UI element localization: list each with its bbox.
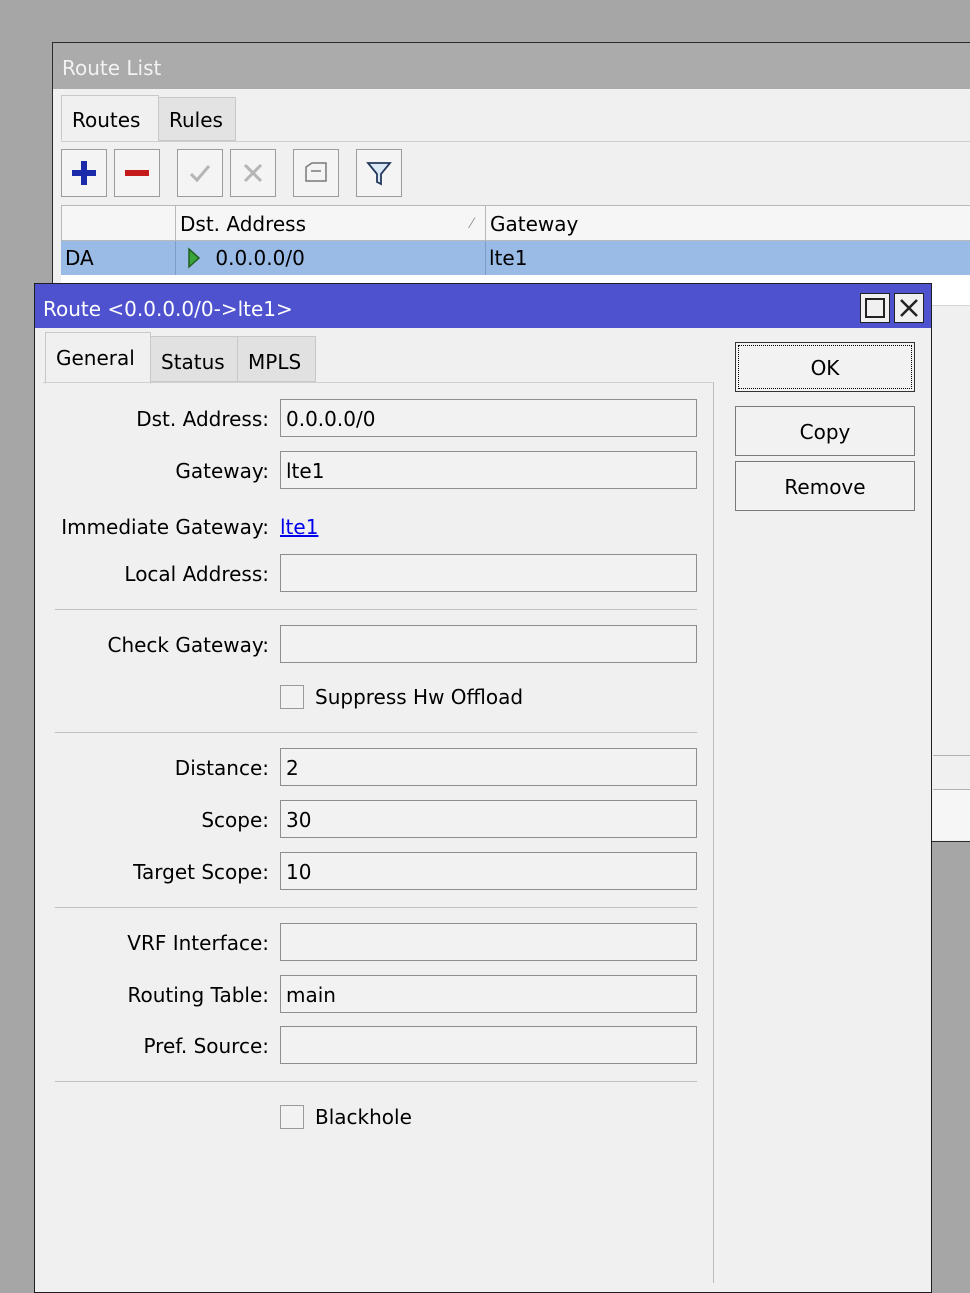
vrf-interface-label: VRF Interface: xyxy=(127,931,269,955)
enable-icon xyxy=(189,165,211,183)
local-address-field[interactable] xyxy=(280,554,697,592)
add-button[interactable] xyxy=(61,149,107,197)
immediate-gateway-link[interactable]: lte1 xyxy=(280,512,318,542)
check-gateway-field[interactable] xyxy=(280,625,697,663)
column-flags[interactable] xyxy=(62,206,176,240)
row-gateway: lte1 xyxy=(489,246,528,270)
blackhole-checkbox[interactable] xyxy=(280,1105,304,1129)
status-bar xyxy=(933,789,970,840)
comment-button[interactable] xyxy=(293,149,339,197)
disable-icon xyxy=(243,163,263,183)
dialog-title: Route <0.0.0.0/0->lte1> xyxy=(35,284,931,328)
target-scope-label: Target Scope: xyxy=(133,860,269,884)
distance-label: Distance: xyxy=(174,756,269,780)
separator xyxy=(55,907,697,908)
tab-mpls[interactable]: MPLS xyxy=(237,336,316,382)
route-list-title: Route List xyxy=(53,43,970,89)
maximize-icon xyxy=(865,298,885,318)
remove-button[interactable] xyxy=(114,149,160,197)
comment-icon xyxy=(305,162,327,182)
suppress-hw-offload-label: Suppress Hw Offload xyxy=(315,685,524,709)
table-row[interactable]: DA 0.0.0.0/0 lte1 xyxy=(61,241,970,275)
separator xyxy=(55,609,697,610)
active-route-icon xyxy=(188,246,201,269)
column-gateway[interactable]: Gateway xyxy=(486,206,970,240)
maximize-button[interactable] xyxy=(860,293,890,323)
copy-button[interactable]: Copy xyxy=(735,406,915,456)
route-dialog: Route <0.0.0.0/0->lte1> General Status M… xyxy=(34,283,932,1293)
remove-icon xyxy=(125,170,149,176)
pref-source-label: Pref. Source: xyxy=(143,1034,269,1058)
dst-address-field[interactable]: 0.0.0.0/0 xyxy=(280,399,697,437)
immediate-gateway-label: Immediate Gateway: xyxy=(61,515,269,539)
disable-button[interactable] xyxy=(230,149,276,197)
check-gateway-label: Check Gateway: xyxy=(107,633,269,657)
route-table-header: Dst. Address ⁄ Gateway xyxy=(61,205,970,241)
row-dst-address: 0.0.0.0/0 xyxy=(215,246,305,270)
status-strip xyxy=(933,755,970,790)
gateway-field[interactable]: lte1 xyxy=(280,451,697,489)
add-icon xyxy=(72,161,96,185)
filter-icon xyxy=(366,162,392,186)
tab-status[interactable]: Status xyxy=(150,336,238,382)
ok-button[interactable]: OK xyxy=(735,342,915,392)
close-icon xyxy=(900,299,918,317)
separator xyxy=(55,1081,697,1082)
row-dst-address-cell: 0.0.0.0/0 xyxy=(175,241,485,275)
blackhole-label: Blackhole xyxy=(315,1105,412,1129)
tab-rules[interactable]: Rules xyxy=(158,97,236,141)
pref-source-field[interactable] xyxy=(280,1026,697,1064)
local-address-label: Local Address: xyxy=(124,562,269,586)
target-scope-field[interactable]: 10 xyxy=(280,852,697,890)
row-flags: DA xyxy=(65,246,94,270)
enable-button[interactable] xyxy=(177,149,223,197)
remove-route-button[interactable]: Remove xyxy=(735,461,915,511)
routing-table-label: Routing Table: xyxy=(127,983,270,1007)
tab-divider xyxy=(61,141,970,142)
column-dst-address[interactable]: Dst. Address ⁄ xyxy=(176,206,486,240)
tab-general[interactable]: General xyxy=(45,332,151,384)
suppress-hw-offload-checkbox[interactable] xyxy=(280,685,304,709)
distance-field[interactable]: 2 xyxy=(280,748,697,786)
close-button[interactable] xyxy=(894,293,924,323)
gateway-label: Gateway: xyxy=(175,459,269,483)
scope-field[interactable]: 30 xyxy=(280,800,697,838)
column-dst-address-label: Dst. Address xyxy=(180,212,307,236)
vrf-interface-field[interactable] xyxy=(280,923,697,961)
routing-table-field[interactable]: main xyxy=(280,975,697,1013)
tab-routes[interactable]: Routes xyxy=(61,95,159,141)
filter-button[interactable] xyxy=(356,149,402,197)
separator xyxy=(55,732,697,733)
sort-icon: ⁄ xyxy=(470,216,473,232)
scope-label: Scope: xyxy=(201,808,269,832)
dst-address-label: Dst. Address: xyxy=(136,407,269,431)
